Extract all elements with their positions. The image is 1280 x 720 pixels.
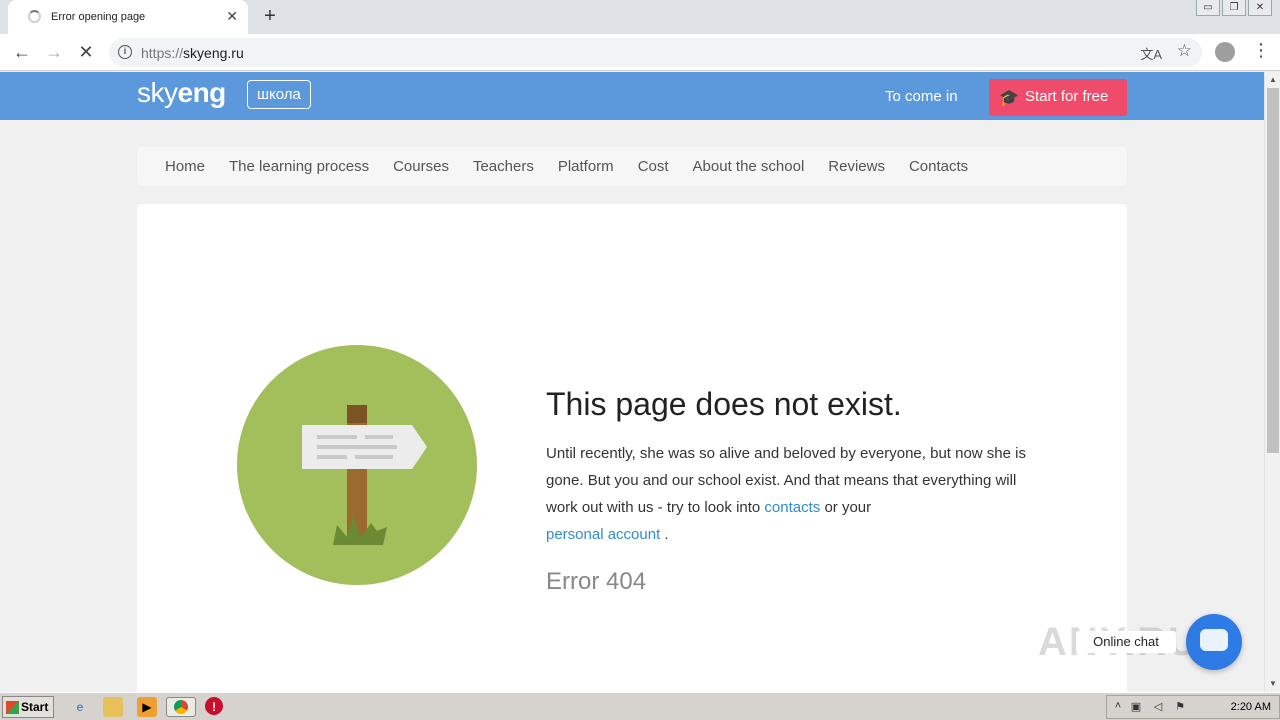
bookmark-star-icon[interactable]: ☆: [1177, 41, 1192, 61]
stop-sign-icon[interactable]: !: [205, 697, 223, 715]
new-tab-button[interactable]: +: [258, 4, 282, 28]
description-text-2: or your: [820, 499, 872, 516]
scroll-up-arrow-icon[interactable]: ▲: [1265, 72, 1280, 88]
nav-item-cost[interactable]: Cost: [638, 158, 669, 175]
online-chat-label[interactable]: Online chat: [1076, 631, 1176, 653]
url-host: skyeng.ru: [183, 45, 244, 61]
contacts-link[interactable]: contacts: [764, 499, 820, 516]
start-button[interactable]: Start: [2, 696, 54, 718]
url-text[interactable]: https://skyeng.ru: [141, 45, 244, 61]
nav-item-platform[interactable]: Platform: [558, 158, 614, 175]
site-info-icon[interactable]: i: [118, 45, 132, 59]
page-scrollbar[interactable]: ▲ ▼: [1264, 72, 1280, 692]
window-close-button[interactable]: ✕: [1248, 0, 1272, 16]
skyeng-logo[interactable]: skyeng: [137, 77, 226, 109]
start-button-label: Start for free: [1025, 88, 1109, 105]
page-viewport: skyeng школа To come in 🎓 Start for free…: [0, 72, 1264, 692]
nav-item-teachers[interactable]: Teachers: [473, 158, 534, 175]
windows-taskbar: Start e ▶ ! ˄ ▣ ◁ ⚑ 2:20 AM: [0, 692, 1280, 720]
minimize-button[interactable]: ▭: [1196, 0, 1220, 16]
browser-tab[interactable]: Error opening page ✕: [8, 0, 248, 34]
description-text-3: .: [660, 526, 669, 543]
stop-loading-icon[interactable]: ✕: [73, 40, 99, 64]
error-card: This page does not exist. Until recently…: [137, 204, 1127, 692]
login-link[interactable]: To come in: [885, 88, 958, 105]
address-bar[interactable]: i https://skyeng.ru 文A ☆: [109, 38, 1202, 67]
chrome-taskbar-icon[interactable]: [166, 697, 196, 717]
loading-spinner-icon: [28, 10, 41, 23]
online-chat-button[interactable]: [1186, 614, 1242, 670]
file-explorer-icon[interactable]: [103, 697, 123, 717]
logo-sky: sky: [137, 77, 178, 108]
chat-bubble-icon: [1200, 629, 1228, 651]
restore-button[interactable]: ❐: [1222, 0, 1246, 16]
scroll-down-arrow-icon[interactable]: ▼: [1265, 676, 1280, 692]
signpost-illustration-icon: [237, 345, 477, 585]
logo-eng: eng: [177, 77, 227, 108]
browser-toolbar: ← → ✕ i https://skyeng.ru 文A ☆ ⋮: [0, 34, 1280, 71]
media-player-icon[interactable]: ▶: [137, 697, 157, 717]
nav-item-courses[interactable]: Courses: [393, 158, 449, 175]
window-controls: ▭ ❐ ✕: [1196, 0, 1272, 16]
volume-icon[interactable]: ◁: [1151, 700, 1165, 714]
graduation-cap-icon: 🎓: [999, 90, 1019, 107]
nav-item-about-school[interactable]: About the school: [693, 158, 805, 175]
nav-item-contacts[interactable]: Contacts: [909, 158, 968, 175]
action-center-flag-icon[interactable]: ⚑: [1173, 700, 1187, 714]
error-code: Error 404: [546, 568, 647, 595]
nav-item-learning-process[interactable]: The learning process: [229, 158, 369, 175]
personal-account-link[interactable]: personal account: [546, 526, 660, 543]
url-scheme: https://: [141, 45, 184, 61]
browser-menu-icon[interactable]: ⋮: [1252, 40, 1270, 61]
error-description: Until recently, she was so alive and bel…: [546, 440, 1036, 548]
network-icon[interactable]: ▣: [1129, 700, 1143, 714]
back-arrow-icon[interactable]: ←: [9, 40, 35, 64]
windows-logo-icon: [6, 701, 19, 714]
start-for-free-button[interactable]: 🎓 Start for free: [989, 79, 1127, 116]
tab-close-icon[interactable]: ✕: [226, 8, 238, 24]
nav-item-home[interactable]: Home: [165, 158, 205, 175]
tab-strip: Error opening page ✕ + ▭ ❐ ✕: [0, 0, 1280, 34]
forward-arrow-icon[interactable]: →: [41, 40, 67, 64]
page-title: This page does not exist.: [546, 386, 902, 422]
internet-explorer-icon[interactable]: e: [70, 697, 90, 717]
main-navigation: Home The learning process Courses Teache…: [137, 147, 1127, 186]
translate-icon[interactable]: 文A: [1140, 44, 1162, 63]
system-tray: ˄ ▣ ◁ ⚑ 2:20 AM: [1106, 695, 1280, 719]
site-header: skyeng школа To come in 🎓 Start for free: [0, 72, 1264, 120]
school-badge[interactable]: школа: [247, 80, 311, 109]
profile-avatar-icon[interactable]: [1215, 42, 1235, 62]
tray-expand-icon[interactable]: ˄: [1111, 700, 1125, 714]
taskbar-clock[interactable]: 2:20 AM: [1231, 701, 1271, 713]
scrollbar-thumb[interactable]: [1267, 88, 1279, 453]
nav-item-reviews[interactable]: Reviews: [828, 158, 885, 175]
tab-title: Error opening page: [51, 11, 146, 23]
start-label: Start: [21, 700, 49, 714]
